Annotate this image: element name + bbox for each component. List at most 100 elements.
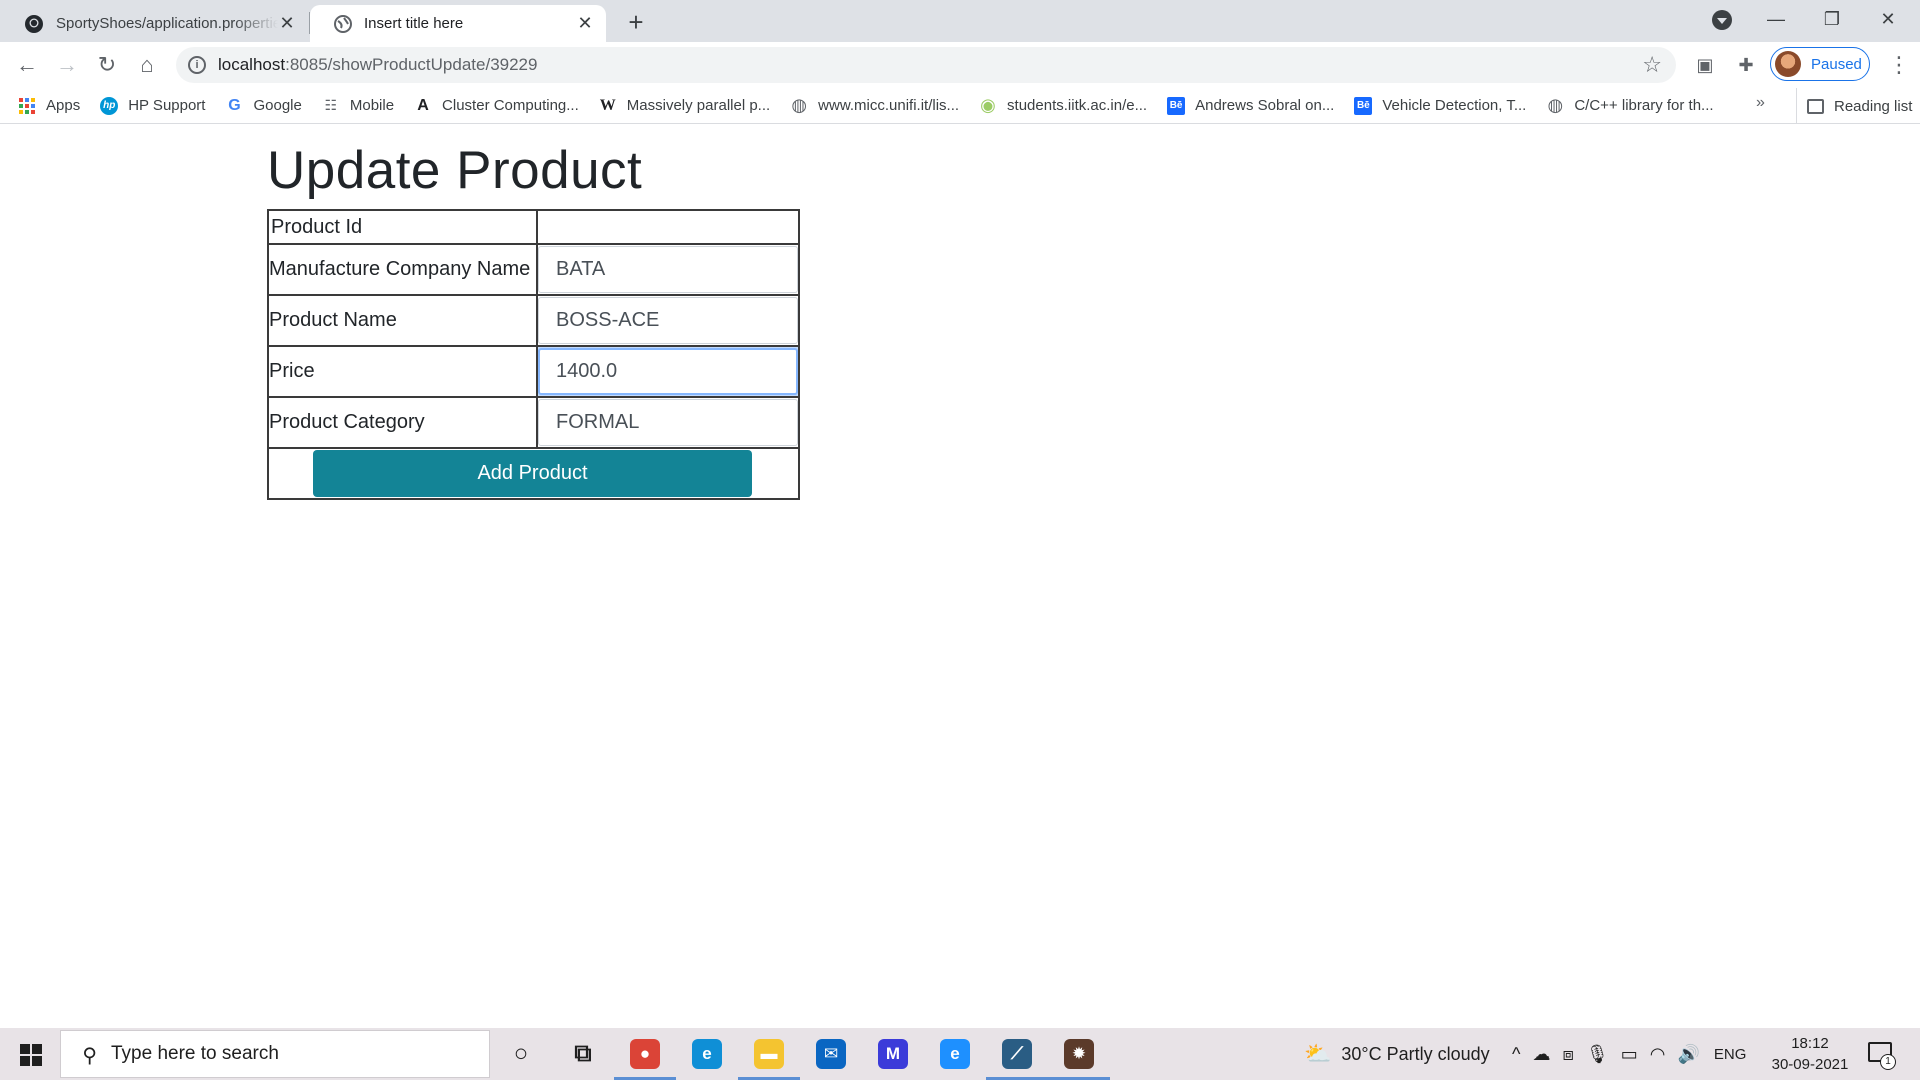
menu-kebab-icon[interactable]: ⋮ [1888,52,1910,78]
clock-date: 30-09-2021 [1771,1056,1849,1073]
new-tab-button[interactable]: + [622,7,650,37]
form-row-product-id: Product Id [267,209,800,245]
volume-icon[interactable]: 🔊 [1678,1044,1700,1065]
github-icon [25,14,43,33]
search-placeholder: Type here to search [111,1043,279,1064]
edge-icon: e [692,1039,722,1069]
bookmark-label: Vehicle Detection, T... [1382,97,1527,114]
avatar [1775,51,1801,77]
globe-icon: ◍ [791,95,808,115]
notification-badge: 1 [1880,1054,1896,1070]
bookmark-item[interactable]: G Google [225,96,302,115]
app-badge-icon: ✹ [1064,1039,1094,1069]
restore-icon[interactable]: ❐ [1804,0,1860,38]
behance-icon: Bē [1354,96,1373,115]
address-url[interactable]: localhost:8085/showProductUpdate/39229 [218,55,537,75]
browser-toolbar: ← → ↻ ⌂ i localhost:8085/showProductUpda… [0,42,1920,88]
language-indicator[interactable]: ENG [1714,1046,1747,1063]
bookmark-item[interactable]: Bē Andrews Sobral on... [1167,96,1335,115]
taskbar-search-input[interactable]: ⚲ Type here to search [60,1030,490,1078]
company-name-input[interactable]: BATA [538,246,798,293]
clock-time: 18:12 [1791,1035,1829,1052]
product-name-input[interactable]: BOSS-ACE [538,297,798,344]
battery-icon[interactable]: ▭ [1621,1044,1638,1065]
bookmark-apps[interactable]: Apps [18,97,80,115]
internet-explorer-icon: e [940,1039,970,1069]
back-icon[interactable]: ← [11,49,43,81]
product-name-label: Product Name [267,294,538,347]
taskbar-app-button[interactable]: ▬ [738,1028,800,1080]
taskbar-app-button[interactable]: ⧉ [552,1028,614,1080]
tab-strip: SportyShoes/application.properties ✕ Ins… [0,0,1920,42]
close-icon[interactable]: ✕ [576,13,594,33]
window-close-icon[interactable]: ✕ [1860,0,1916,38]
tab-search-icon[interactable] [1712,10,1732,30]
taskbar-app-button[interactable]: e [924,1028,986,1080]
product-id-value [536,209,800,245]
add-product-button[interactable]: Add Product [313,450,752,497]
reading-list-label: Reading list [1834,97,1913,115]
bookmark-label: Cluster Computing... [442,97,579,114]
forward-icon[interactable]: → [51,49,83,81]
mobile-icon: ☷ [324,97,338,113]
taskbar-app-button[interactable]: ● [614,1028,676,1080]
bookmarks-overflow-chevron-icon[interactable]: » [1756,94,1765,112]
meet-now-icon[interactable]: ⧈ [1562,1044,1573,1065]
wikipedia-icon: W [599,96,616,114]
home-icon[interactable]: ⌂ [131,49,163,81]
page-title: Update Product [267,141,643,200]
globe-icon [334,14,352,33]
close-icon[interactable]: ✕ [278,13,296,33]
tab-title: SportyShoes/application.properties [56,15,278,32]
category-input[interactable]: FORMAL [538,399,798,446]
reading-list-button[interactable]: Reading list [1796,88,1912,124]
bookmark-item[interactable]: hp HP Support [100,96,206,115]
tab-active[interactable]: Insert title here ✕ [310,5,606,42]
cast-extension-icon[interactable]: ▣ [1692,52,1718,78]
bookmark-item[interactable]: W Massively parallel p... [599,97,770,115]
bookmark-label: Andrews Sobral on... [1195,97,1335,114]
bookmark-item[interactable]: ◍ C/C++ library for th... [1546,95,1713,115]
bookmarks-bar: Apps hp HP Support G Google ☷ Mobile A C… [0,88,1920,124]
taskbar-app-button[interactable]: ✉ [800,1028,862,1080]
bookmark-item[interactable]: ☷ Mobile [322,97,394,115]
tab-github[interactable]: SportyShoes/application.properties ✕ [0,5,308,42]
clock[interactable]: 18:12 30-09-2021 [1760,1033,1860,1075]
extensions-puzzle-icon[interactable]: ✚ [1733,52,1759,78]
site-info-icon[interactable]: i [188,56,206,74]
taskbar-app-button[interactable]: ⟋ [986,1028,1048,1080]
bookmark-item[interactable]: A Cluster Computing... [414,97,579,115]
bookmark-label: Massively parallel p... [626,97,771,114]
wifi-icon[interactable]: ◠ [1650,1044,1666,1065]
taskbar-app-button[interactable]: e [676,1028,738,1080]
spring-tool-icon: ⟋ [1002,1039,1032,1069]
price-input[interactable]: 1400.0 [538,348,798,395]
reading-list-icon [1807,98,1824,114]
bookmark-label: Google [253,97,302,114]
bookmark-item[interactable]: ◍ www.micc.unifi.it/lis... [790,95,959,115]
profile-button[interactable]: Paused [1770,47,1870,81]
minimize-icon[interactable]: — [1748,0,1804,38]
tray-chevron-up-icon[interactable]: ^ [1512,1044,1520,1065]
weather-widget[interactable]: ⛅ 30°C Partly cloudy [1304,1028,1490,1080]
url-host: localhost [218,55,286,74]
google-icon: G [228,96,241,114]
windows-start-icon[interactable] [10,1040,50,1068]
taskbar-app-button[interactable]: ○ [490,1028,552,1080]
address-bar[interactable]: i localhost:8085/showProductUpdate/39229… [176,47,1676,83]
onedrive-icon[interactable]: ☁ [1532,1044,1550,1065]
form-row-category: Product Category FORMAL [267,396,800,449]
bookmark-item[interactable]: ◉ students.iitk.ac.in/e... [979,95,1148,115]
bookmark-label: students.iitk.ac.in/e... [1007,97,1148,114]
taskbar-app-button[interactable]: ✹ [1048,1028,1110,1080]
bookmark-star-icon[interactable]: ☆ [1642,52,1662,78]
tab-title: Insert title here [364,15,464,32]
url-path: :8085/showProductUpdate/39229 [285,55,538,74]
microphone-icon[interactable]: 🎙 [1586,1044,1609,1065]
reload-icon[interactable]: ↻ [91,49,123,81]
product-id-label: Product Id [267,209,538,245]
weather-text: 30°C Partly cloudy [1341,1043,1490,1064]
bookmark-label: HP Support [128,97,206,114]
bookmark-item[interactable]: Bē Vehicle Detection, T... [1354,96,1527,115]
taskbar-app-button[interactable]: M [862,1028,924,1080]
